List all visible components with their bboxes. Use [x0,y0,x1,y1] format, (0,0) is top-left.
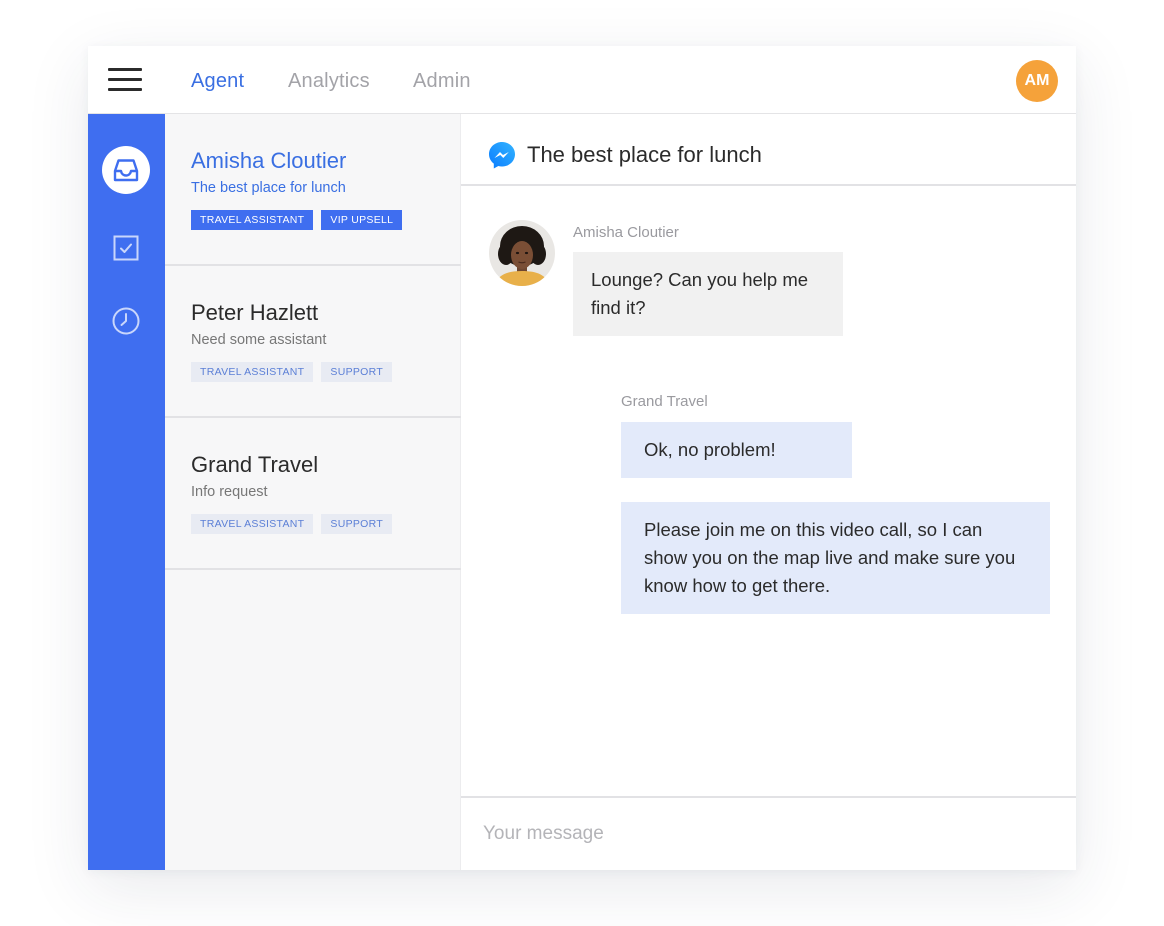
message-bubble-incoming: Lounge? Can you help me find it? [573,252,843,336]
messenger-icon [489,142,515,169]
tag-group: TRAVEL ASSISTANT SUPPORT [191,514,393,534]
inbox-icon [113,159,139,182]
tag-badge: TRAVEL ASSISTANT [191,210,314,230]
tag-badge: SUPPORT [321,362,393,382]
top-bar: Agent Analytics Admin AM [88,46,1076,114]
tab-analytics[interactable]: Analytics [288,70,370,93]
conversation-name: Grand Travel [191,452,319,477]
conversation-item[interactable]: Peter Hazlett Need some assistant TRAVEL… [165,266,461,418]
conversation-subject: Need some assistant [191,332,327,348]
clock-icon [112,307,140,335]
conversation-item[interactable]: Amisha Cloutier The best place for lunch… [165,114,461,266]
conversation-item[interactable]: Grand Travel Info request TRAVEL ASSISTA… [165,418,461,570]
conversation-subject: Info request [191,484,268,500]
conversation-name: Amisha Cloutier [191,148,347,173]
tag-badge: SUPPORT [321,514,393,534]
message-input[interactable] [483,816,1053,852]
conversation-name: Peter Hazlett [191,300,319,325]
app-window: Agent Analytics Admin AM Amisha Cloutier… [88,46,1076,870]
tag-badge: VIP UPSELL [321,210,403,230]
checkbox-icon [113,235,139,261]
conversation-subject: The best place for lunch [191,180,346,196]
contact-avatar [489,220,555,286]
message-composer [461,796,1076,870]
conversation-list: Amisha Cloutier The best place for lunch… [165,114,461,870]
hamburger-menu-icon[interactable] [108,68,142,92]
tab-agent[interactable]: Agent [191,70,244,93]
tag-group: TRAVEL ASSISTANT VIP UPSELL [191,210,403,230]
message-bubble-outgoing: Please join me on this video call, so I … [621,502,1050,614]
chat-pane: The best place for lunch Amisha Cloutier… [461,114,1076,870]
tag-badge: TRAVEL ASSISTANT [191,514,314,534]
rail-item-history[interactable] [102,297,150,345]
chat-header: The best place for lunch [461,114,1076,186]
rail-item-inbox[interactable] [102,146,150,194]
user-avatar[interactable]: AM [1016,60,1058,102]
left-rail [88,114,165,870]
chat-title: The best place for lunch [527,142,762,167]
message-bubble-outgoing: Ok, no problem! [621,422,852,478]
tag-badge: TRAVEL ASSISTANT [191,362,314,382]
tab-admin[interactable]: Admin [413,70,471,93]
message-sender: Amisha Cloutier [573,224,679,241]
message-sender: Grand Travel [621,393,708,410]
tag-group: TRAVEL ASSISTANT SUPPORT [191,362,393,382]
rail-item-tasks[interactable] [102,224,150,272]
